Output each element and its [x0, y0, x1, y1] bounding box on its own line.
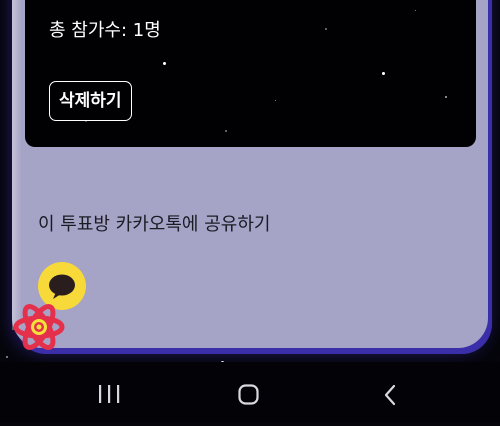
star [415, 10, 416, 11]
star [225, 130, 227, 132]
home-icon [238, 384, 259, 405]
total-participants-text: 총 참가수: 1명 [49, 20, 161, 41]
delete-poll-button[interactable]: 삭제하기 [49, 81, 132, 121]
recent-apps-icon [99, 385, 120, 403]
star [6, 356, 8, 358]
star [163, 62, 166, 65]
android-navigation-bar [0, 362, 500, 422]
back-button[interactable] [349, 362, 429, 422]
home-button[interactable] [209, 362, 289, 422]
kakao-share-text[interactable]: 이 투표방 카카오톡에 공유하기 [38, 210, 270, 236]
panel-highlight-edge [12, 0, 22, 330]
poll-result-card: 총 참가수: 1명 삭제하기 [25, 0, 476, 147]
star [445, 96, 447, 98]
react-atom-logo-icon [13, 304, 65, 350]
star [325, 28, 327, 30]
star [275, 100, 276, 101]
recent-apps-button[interactable] [69, 362, 149, 422]
star [382, 72, 385, 75]
back-icon [384, 384, 396, 406]
